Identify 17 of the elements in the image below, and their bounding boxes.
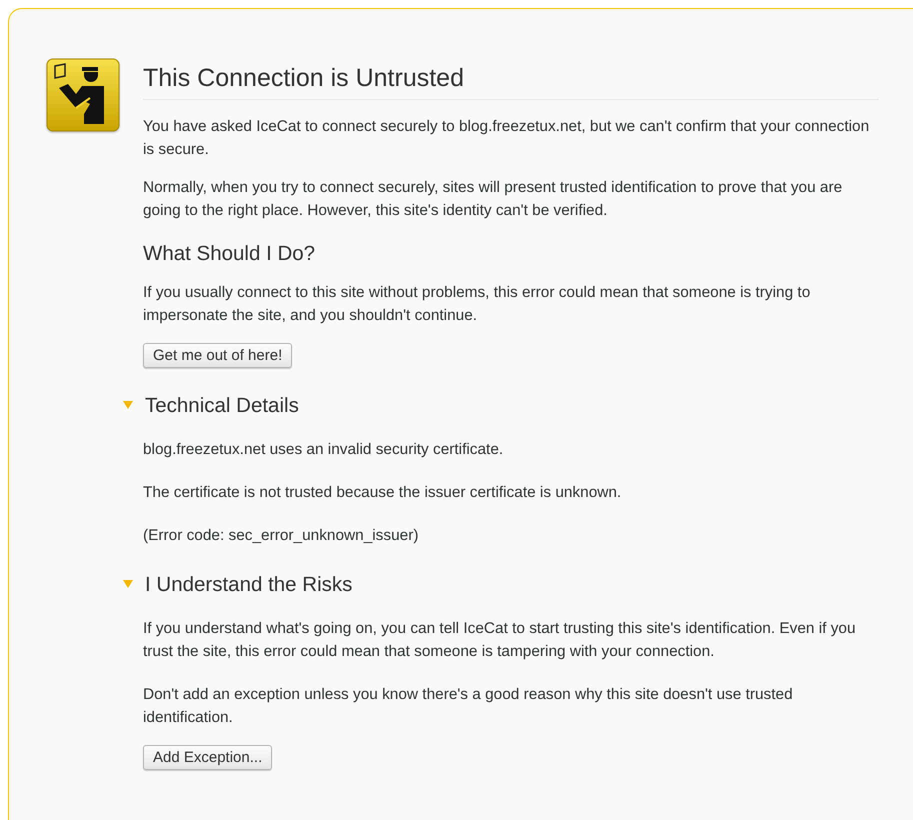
section-heading: What Should I Do? (143, 242, 316, 266)
paragraph: Don't add an exception unless you know there's a good reason why this site doesn't use trusted identification. (143, 685, 794, 728)
paragraph: If you usually connect to this site without problems, this error could mean that someone is trying to impersonate the site, and you shouldn't continue. (143, 283, 812, 326)
page-title: This Connection is Untrusted (143, 64, 879, 100)
paragraph: You have asked IceCat to connect securely to blog.freezetux.net, but we can't confirm that your connection is secure. (143, 117, 870, 160)
paragraph: Normally, when you try to connect securely, sites will present trusted identification to prove that you are going to the right place. However, this site's identity can't be verified. (143, 178, 844, 221)
officer-icon (46, 58, 120, 132)
expand-triangle-icon[interactable] (123, 579, 133, 589)
get-out-button[interactable]: Get me out of here! (143, 343, 292, 368)
paragraph: The certificate is not trusted because the issuer certificate is unknown. (143, 483, 622, 503)
paragraph: (Error code: sec_error_unknown_issuer) (143, 526, 420, 546)
paragraph: blog.freezetux.net uses an invalid security certificate. (143, 440, 504, 460)
paragraph: If you understand what's going on, you can tell IceCat to start trusting this site's identification. Even if you trust the site, this error could mean that someone is tampering with your connection. (143, 619, 857, 662)
section-heading[interactable]: I Understand the Risks (145, 573, 352, 597)
section-heading[interactable]: Technical Details (145, 394, 299, 418)
expand-triangle-icon[interactable] (123, 400, 133, 410)
add-exception-button[interactable]: Add Exception... (143, 745, 272, 770)
